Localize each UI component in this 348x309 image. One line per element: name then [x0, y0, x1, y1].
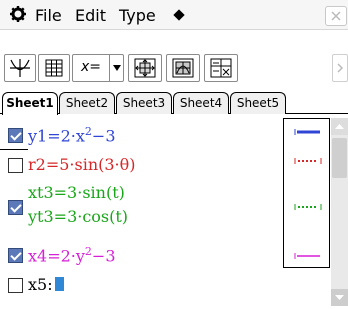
- zoom-box-icon: [134, 58, 156, 78]
- graph-axes-icon: [10, 59, 30, 77]
- auto-zoom-icon: [172, 58, 194, 78]
- equation-x4-exp: 2: [84, 245, 92, 258]
- tab-sheet3[interactable]: Sheet3: [116, 92, 172, 114]
- tab-sheet5[interactable]: Sheet5: [230, 92, 286, 114]
- checkbox-x4[interactable]: [8, 248, 23, 263]
- menu-bar: File Edit Type: [0, 0, 348, 30]
- equation-y1[interactable]: y1=2·x2−3: [28, 125, 116, 145]
- line-style-xt3[interactable]: [294, 203, 322, 211]
- close-button[interactable]: [325, 6, 347, 26]
- toolbar: x=: [0, 40, 348, 82]
- equation-xt3-lhs: xt3=: [28, 183, 68, 202]
- chevron-right-icon: [337, 63, 344, 73]
- table-button[interactable]: [38, 54, 70, 82]
- equation-r2-lhs: r2=: [28, 155, 60, 174]
- vertical-scrollbar[interactable]: [331, 118, 348, 306]
- equation-yt3-rhs: 3·cos(t): [67, 207, 129, 226]
- type-selector[interactable]: x=: [72, 54, 124, 82]
- checkbox-xt3[interactable]: [8, 200, 23, 215]
- scroll-down-button[interactable]: [331, 289, 348, 306]
- chevron-down-icon: [335, 295, 344, 300]
- equation-x4-lhs: x4=: [28, 246, 61, 266]
- tab-sheet2[interactable]: Sheet2: [59, 92, 115, 114]
- toolbar-scroll-right[interactable]: [332, 54, 348, 82]
- equation-x5-lhs: x5:: [28, 275, 53, 294]
- checkbox-r2[interactable]: [8, 158, 23, 173]
- graph-window-button[interactable]: [4, 54, 36, 82]
- sheet-tabs: Sheet1 Sheet2 Sheet3 Sheet4 Sheet5: [0, 92, 348, 115]
- zoom-button[interactable]: [128, 54, 162, 82]
- equation-x4-tail: −3: [91, 246, 116, 266]
- chevron-up-icon: [335, 124, 344, 129]
- equation-x5[interactable]: x5:: [28, 275, 64, 294]
- menu-edit[interactable]: Edit: [75, 6, 106, 25]
- auto-zoom-button[interactable]: [166, 54, 200, 82]
- equation-x4-rhs: 2·y: [60, 246, 85, 266]
- scroll-thumb[interactable]: [332, 138, 347, 178]
- menu-file[interactable]: File: [35, 6, 62, 25]
- equation-yt3-lhs: yt3=: [28, 207, 68, 226]
- graph-editor: y1=2·x2−3 r2=5·sin(3·θ) xt3=3·sin(t) yt3…: [0, 115, 348, 309]
- graph-table-split-button[interactable]: [204, 54, 238, 82]
- equation-y1-lhs: y1=: [28, 126, 61, 146]
- equation-y1-rhs: 2·x: [60, 126, 85, 146]
- menu-type[interactable]: Type: [119, 6, 156, 25]
- divider: [109, 55, 110, 81]
- gear-icon[interactable]: [9, 5, 27, 23]
- equation-x4[interactable]: x4=2·y2−3: [28, 245, 116, 265]
- split-view-icon: [210, 58, 232, 78]
- dropdown-arrow-icon: [113, 65, 121, 71]
- equation-yt3[interactable]: yt3=3·cos(t): [28, 207, 128, 226]
- line-style-panel: [283, 118, 330, 268]
- checkbox-x5[interactable]: [8, 278, 23, 293]
- tab-sheet1[interactable]: Sheet1: [2, 92, 58, 115]
- close-icon: [331, 11, 341, 21]
- text-cursor: [54, 277, 64, 291]
- table-icon: [45, 59, 63, 77]
- line-style-x4[interactable]: [294, 252, 322, 260]
- graph-axis-line: [0, 149, 28, 150]
- line-style-y1[interactable]: [294, 128, 322, 136]
- type-selector-label: x=: [80, 59, 101, 75]
- tab-sheet4[interactable]: Sheet4: [173, 92, 229, 114]
- checkbox-y1[interactable]: [8, 128, 23, 143]
- equation-xt3[interactable]: xt3=3·sin(t): [28, 183, 125, 202]
- equation-y1-tail: −3: [91, 126, 116, 146]
- line-style-r2[interactable]: [294, 157, 322, 165]
- scroll-up-button[interactable]: [331, 118, 348, 135]
- equation-xt3-rhs: 3·sin(t): [67, 183, 125, 202]
- equation-y1-exp: 2: [84, 125, 92, 138]
- equation-r2[interactable]: r2=5·sin(3·θ): [28, 155, 136, 174]
- diamond-menu-icon[interactable]: [173, 9, 185, 21]
- equation-r2-rhs: 5·sin(3·θ): [59, 155, 136, 174]
